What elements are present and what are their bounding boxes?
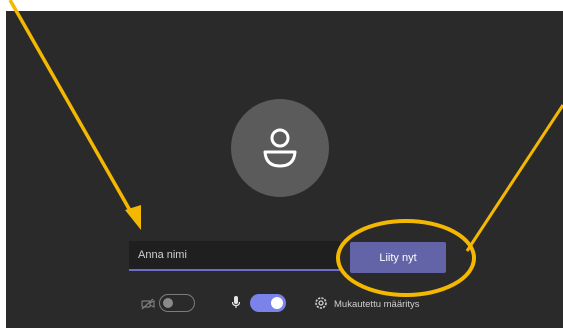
gear-icon[interactable] xyxy=(314,296,328,315)
camera-toggle[interactable] xyxy=(159,294,195,312)
camera-toggle-knob xyxy=(163,297,173,308)
device-settings-label[interactable]: Mukautettu määritys xyxy=(334,299,420,310)
screenshot-stage: Liity nyt Mukautettu määritys xyxy=(0,0,563,332)
microphone-toggle[interactable] xyxy=(250,294,286,312)
microphone-toggle-knob xyxy=(271,297,283,309)
microphone-icon xyxy=(231,295,241,314)
name-input[interactable] xyxy=(129,241,340,271)
avatar xyxy=(231,99,329,197)
join-now-button[interactable]: Liity nyt xyxy=(350,242,446,273)
camera-off-icon xyxy=(141,297,155,315)
